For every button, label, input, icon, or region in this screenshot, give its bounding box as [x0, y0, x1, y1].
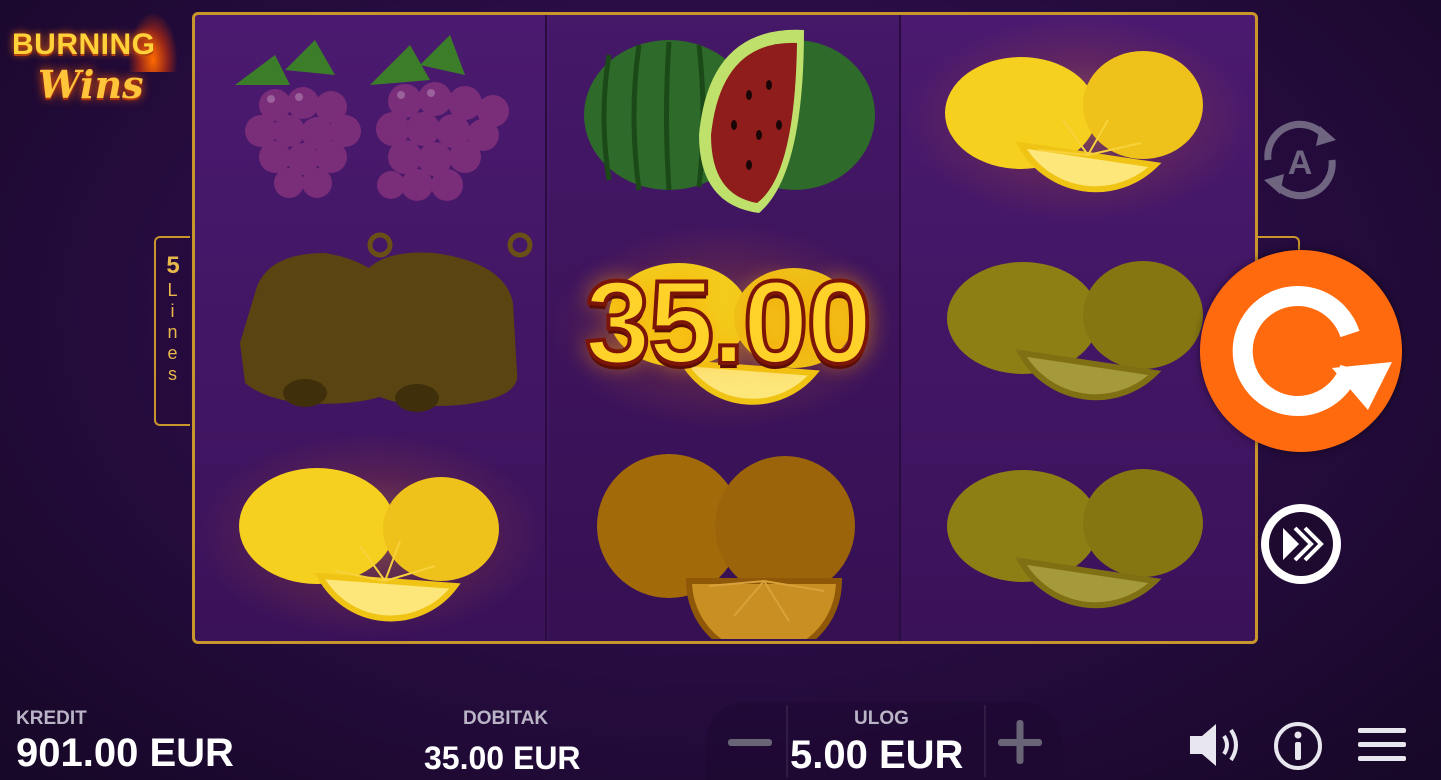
bet-label: ULOG — [854, 708, 909, 729]
symbol-lemon — [903, 15, 1255, 223]
turbo-button[interactable] — [1255, 498, 1347, 590]
win-label: DOBITAK — [463, 708, 549, 729]
autoplay-icon: A — [1264, 120, 1336, 200]
credit-label: KREDIT — [16, 708, 87, 729]
decrease-bet-button[interactable] — [720, 712, 780, 772]
paylines-indicator: 5 L i n e s — [154, 236, 190, 426]
paylines-letter: i — [170, 301, 176, 321]
svg-text:A: A — [1288, 144, 1313, 182]
menu-button[interactable] — [1356, 724, 1408, 766]
info-button[interactable] — [1272, 720, 1324, 772]
sound-icon — [1190, 724, 1238, 766]
logo-line-2: Wins — [38, 62, 144, 107]
sound-button[interactable] — [1186, 720, 1246, 770]
spin-button[interactable] — [1200, 250, 1402, 452]
reel-1 — [195, 15, 547, 641]
symbol-orange — [549, 431, 901, 641]
paylines-letter: e — [167, 343, 179, 363]
paylines-letter: s — [168, 364, 178, 384]
symbol-lemon — [195, 431, 547, 639]
paylines-count: 5 — [166, 252, 180, 279]
logo-line-1: BURNING — [12, 28, 156, 61]
turbo-icon — [1261, 504, 1341, 584]
symbol-bell — [195, 223, 547, 431]
symbol-watermelon — [549, 15, 901, 223]
minus-icon — [728, 739, 772, 746]
win-amount-overlay: 35.00 — [583, 255, 874, 391]
symbol-grapes — [195, 15, 547, 223]
paylines-letter: L — [167, 280, 179, 300]
symbol-lemon — [903, 431, 1255, 639]
spin-icon — [1232, 286, 1392, 416]
autoplay-button[interactable]: A — [1246, 112, 1354, 208]
paylines-letter: n — [167, 322, 179, 342]
menu-icon — [1358, 728, 1406, 761]
win-value: 35.00 EUR — [424, 740, 581, 776]
credit-value: 901.00 EUR — [16, 731, 234, 775]
game-logo: BURNING Wins — [8, 12, 188, 122]
plus-icon — [998, 720, 1042, 764]
divider — [984, 705, 986, 777]
increase-bet-button[interactable] — [990, 712, 1050, 772]
bet-value: 5.00 EUR — [790, 733, 964, 777]
divider — [786, 705, 788, 777]
info-icon — [1274, 722, 1322, 770]
